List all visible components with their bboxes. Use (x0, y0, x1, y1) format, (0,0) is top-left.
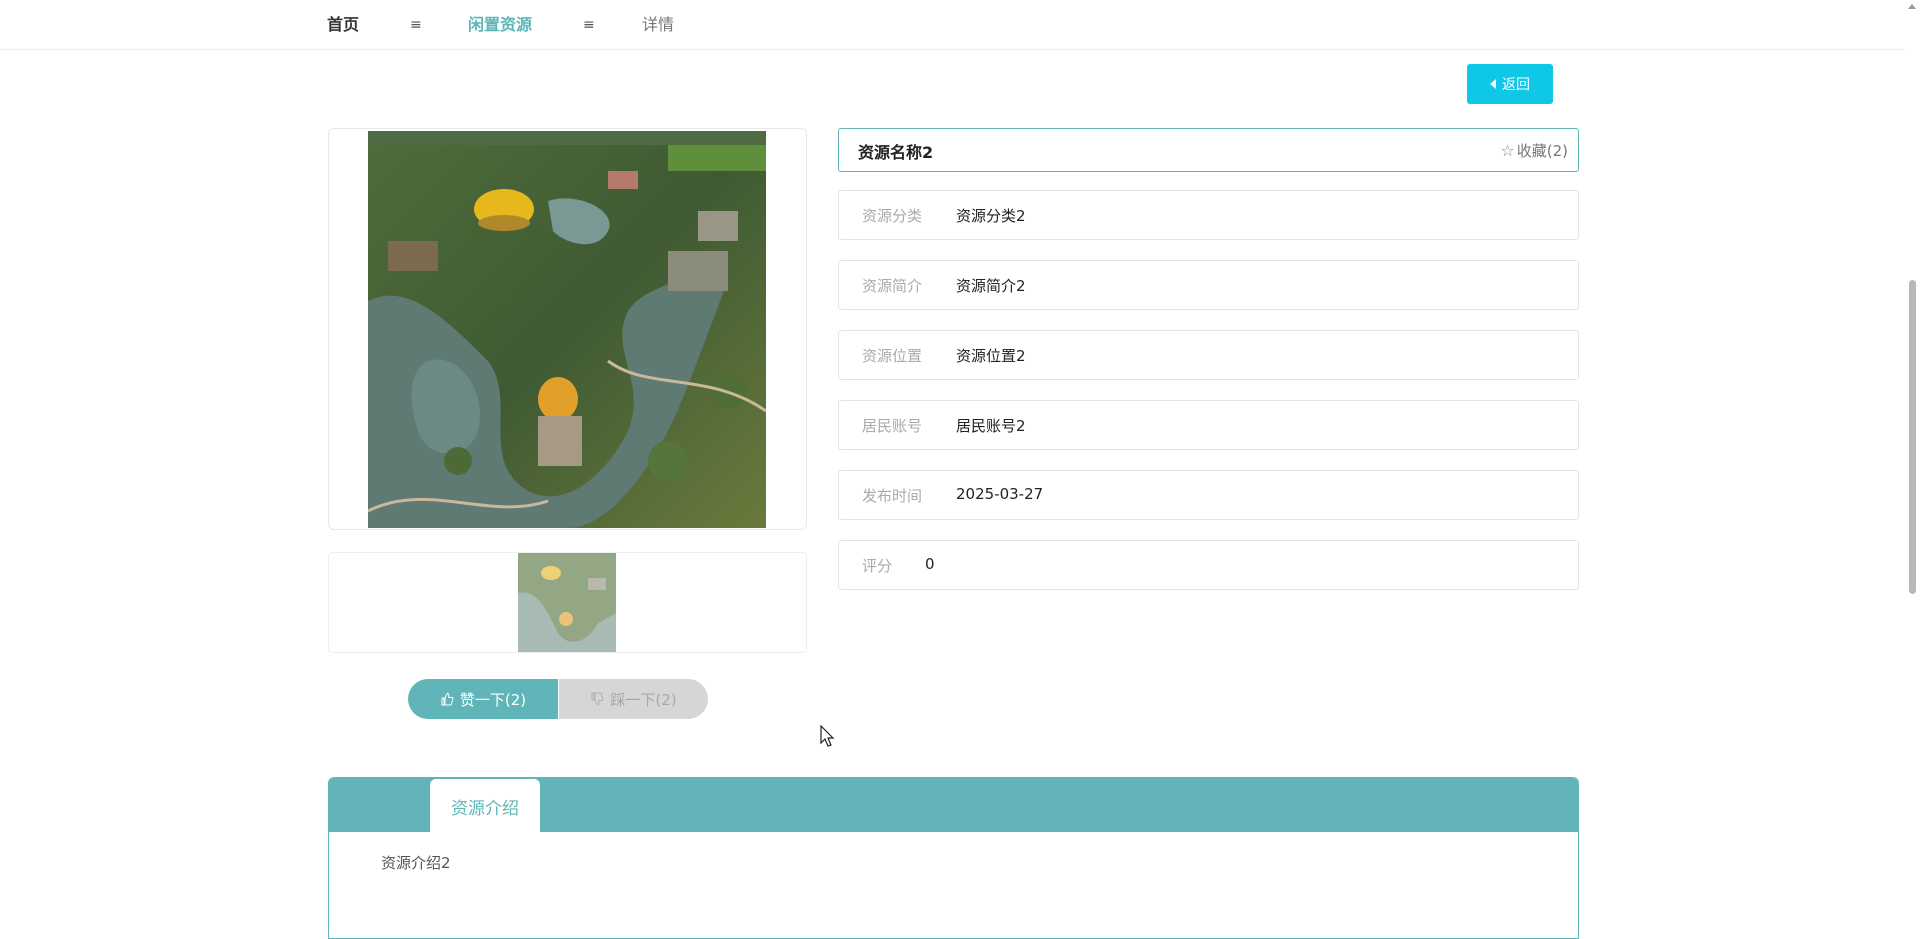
field-value: 资源位置2 (956, 347, 1026, 365)
resource-photo (368, 131, 766, 528)
page-scrollbar[interactable] (1905, 0, 1920, 916)
breadcrumb-current: 详情 (642, 15, 675, 34)
breadcrumb-section-link[interactable]: 闲置资源 (468, 13, 532, 37)
field-label: 发布时间 (862, 487, 923, 505)
resource-name: 资源名称2 (858, 143, 934, 162)
back-button[interactable]: 返回 (1467, 64, 1553, 104)
mouse-pointer-icon (820, 725, 835, 747)
tab-content: 资源介绍2 (381, 854, 451, 872)
favorite-label: 收藏(2) (1516, 142, 1568, 160)
breadcrumb-separator: ≡ (583, 17, 595, 33)
field-row-category: 资源分类 资源分类2 (838, 190, 1579, 240)
field-label: 资源简介 (862, 277, 923, 295)
field-label: 资源分类 (862, 207, 923, 225)
breadcrumb-bar: 首页 ≡ 闲置资源 ≡ 详情 (0, 0, 1920, 50)
resource-name-row: 资源名称2 ☆ 收藏(2) (838, 128, 1579, 172)
thumbnail-image[interactable] (518, 553, 616, 652)
tab-bar: 资源介绍 (329, 778, 1578, 833)
thumbnail-strip (328, 552, 807, 653)
back-button-label: 返回 (1502, 77, 1530, 93)
favorite-button[interactable]: ☆ 收藏(2) (1500, 140, 1568, 161)
scrollbar-thumb[interactable] (1909, 280, 1916, 594)
field-label: 评分 (862, 557, 893, 575)
caret-left-icon (1490, 79, 1496, 89)
field-row-summary: 资源简介 资源简介2 (838, 260, 1579, 310)
thumb-up-icon (441, 693, 454, 706)
field-value: 居民账号2 (956, 417, 1026, 435)
field-value: 0 (925, 555, 935, 573)
field-value: 2025-03-27 (956, 485, 1044, 503)
field-label: 资源位置 (862, 347, 923, 365)
star-outline-icon: ☆ (1500, 141, 1515, 160)
field-value: 资源分类2 (956, 207, 1026, 225)
like-button[interactable]: 赞一下(2) (408, 679, 558, 719)
main-image-frame (328, 128, 807, 530)
like-button-label: 赞一下(2) (459, 690, 527, 709)
scroll-up-arrow-icon[interactable] (1908, 4, 1916, 9)
thumb-down-icon (591, 692, 604, 705)
tab-resource-intro[interactable]: 资源介绍 (430, 779, 540, 833)
description-panel: 资源介绍 资源介绍2 (328, 777, 1579, 939)
field-row-location: 资源位置 资源位置2 (838, 330, 1579, 380)
breadcrumb-home-link[interactable]: 首页 (327, 13, 359, 37)
field-row-publish-time: 发布时间 2025-03-27 (838, 470, 1579, 520)
dislike-button-label: 踩一下(2) (610, 690, 677, 709)
field-label: 居民账号 (862, 417, 923, 435)
field-row-account: 居民账号 居民账号2 (838, 400, 1579, 450)
breadcrumb-separator: ≡ (410, 17, 422, 33)
dislike-button[interactable]: 踩一下(2) (559, 679, 708, 719)
field-row-rating: 评分 0 (838, 540, 1579, 590)
field-value: 资源简介2 (956, 277, 1026, 295)
